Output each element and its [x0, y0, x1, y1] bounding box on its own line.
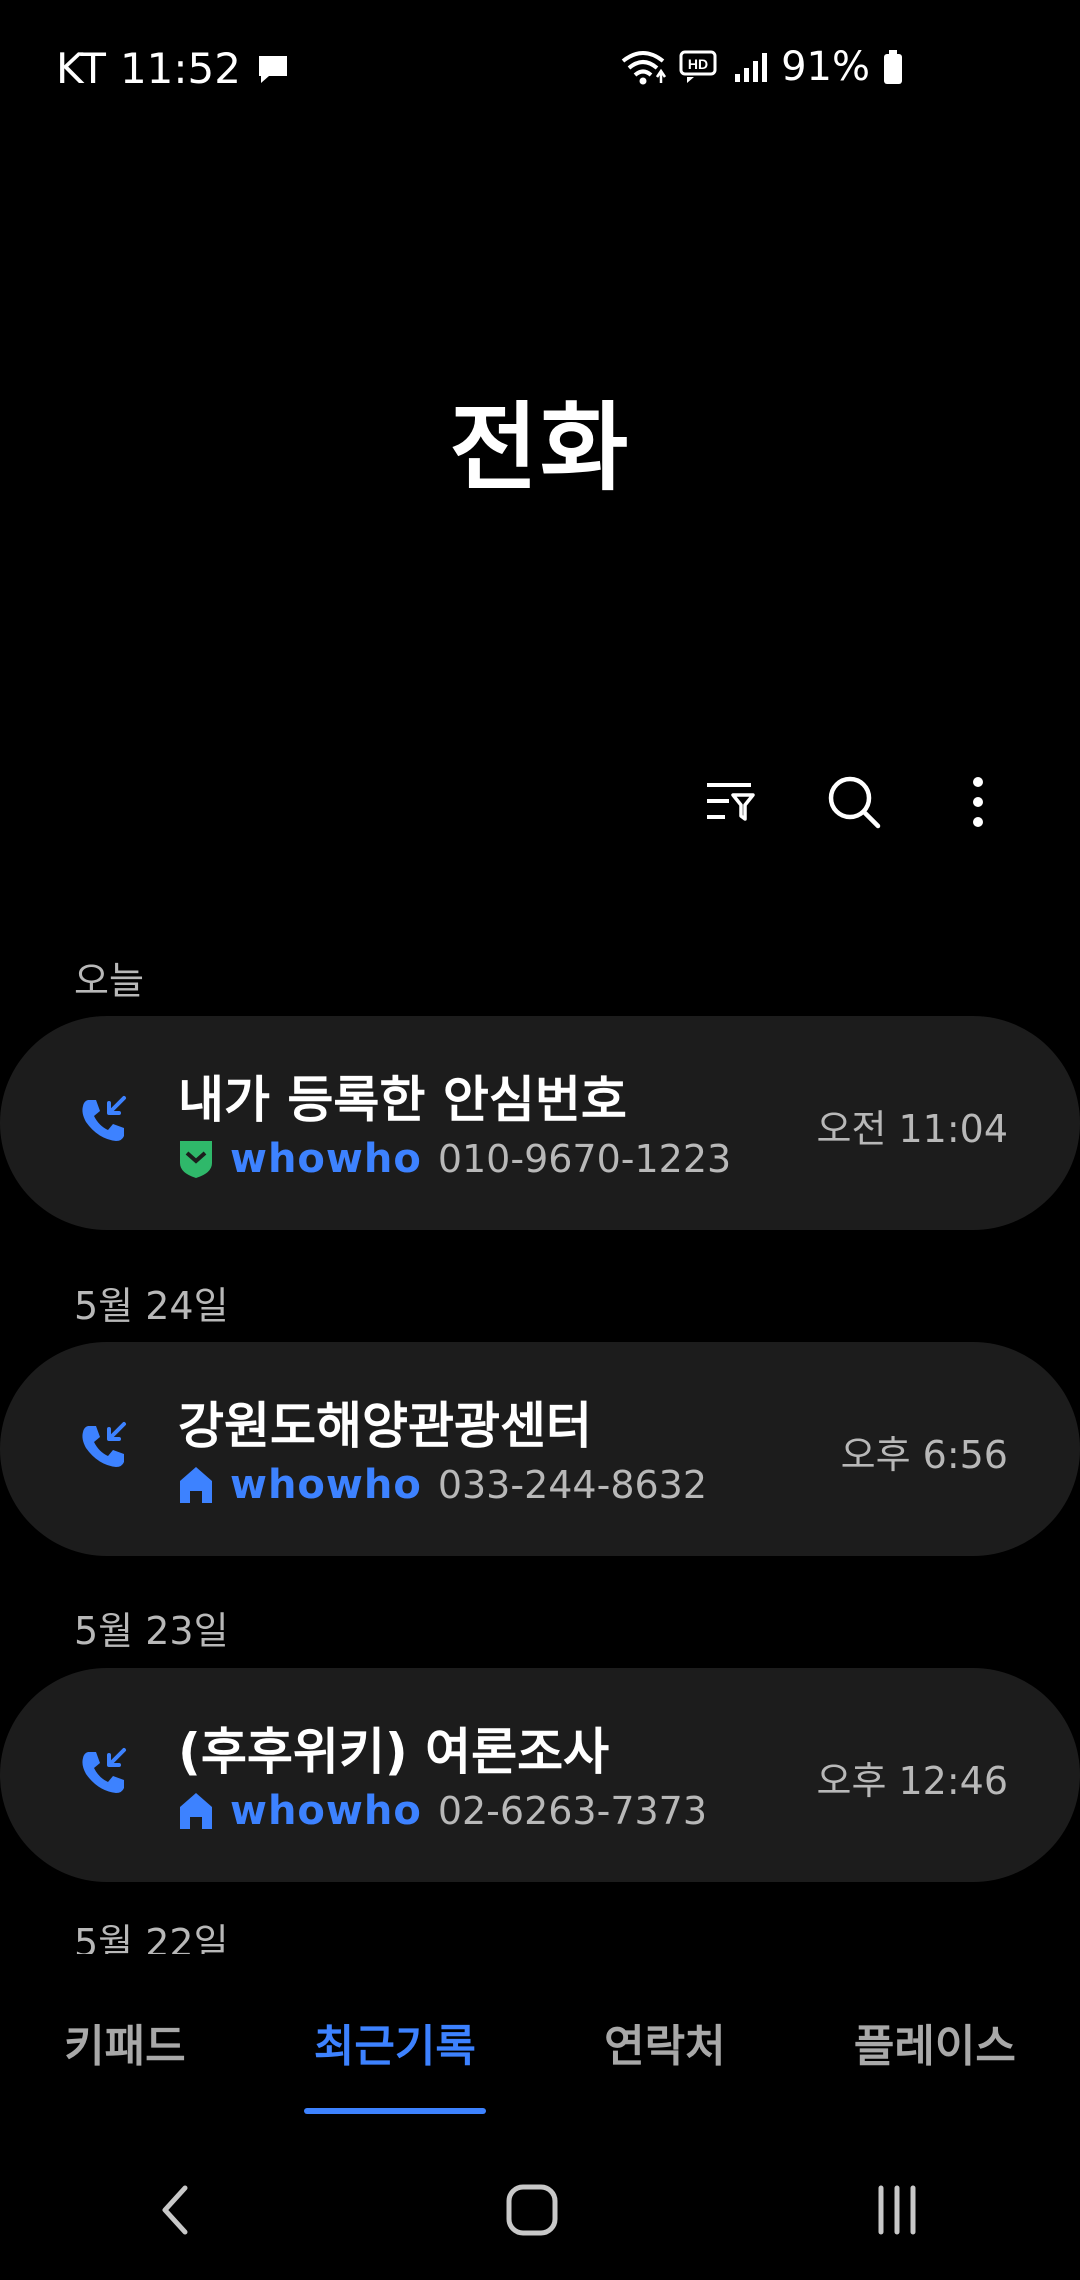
active-tab-indicator: [303, 2108, 486, 2114]
caller-name: 내가 등록한 안심번호: [178, 1071, 627, 1129]
tab-label: 연락처: [604, 2021, 726, 2072]
caller-info: whowho 010-9670-1223: [178, 1136, 731, 1182]
call-time: 오후 6:56: [840, 1433, 1008, 1477]
wifi-icon: [619, 47, 667, 87]
battery-percent: 91%: [781, 44, 870, 90]
search-icon[interactable]: [822, 770, 886, 834]
clock: 11:52: [119, 44, 241, 93]
status-left: KT 11:52: [56, 44, 291, 93]
tab-label: 플레이스: [853, 2021, 1016, 2072]
tab-label: 키패드: [64, 2021, 186, 2072]
whowho-brand: whowho: [230, 1136, 422, 1182]
back-icon[interactable]: [155, 2182, 195, 2238]
building-icon: [178, 1791, 214, 1831]
caller-info: whowho 033-244-8632: [178, 1462, 707, 1508]
recent-apps-icon[interactable]: [869, 2182, 925, 2238]
tab-contacts[interactable]: 연락처: [594, 2010, 735, 2100]
whowho-brand: whowho: [230, 1788, 422, 1834]
status-right: HD 91%: [619, 44, 904, 90]
tab-places[interactable]: 플레이스: [844, 2010, 1026, 2100]
incoming-call-icon: [78, 1420, 130, 1472]
tab-keypad[interactable]: 키패드: [54, 2010, 195, 2100]
carrier-label: KT: [56, 44, 106, 93]
section-label-date: 5월 22일: [74, 1921, 229, 1954]
svg-text:HD: HD: [688, 56, 708, 72]
building-icon: [178, 1465, 214, 1505]
more-options-icon[interactable]: [946, 770, 1010, 834]
navigation-bar: [0, 2170, 1080, 2250]
call-time: 오전 11:04: [816, 1107, 1008, 1151]
caller-name: (후후위키) 여론조사: [178, 1723, 610, 1781]
toolbar: [698, 770, 1010, 834]
hd-voice-icon: HD: [679, 49, 721, 85]
phone-number: 033-244-8632: [437, 1463, 708, 1507]
call-log-item[interactable]: 강원도해양관광센터 whowho 033-244-8632 오후 6:56: [0, 1342, 1080, 1556]
phone-number: 02-6263-7373: [437, 1789, 708, 1833]
call-log-item[interactable]: (후후위키) 여론조사 whowho 02-6263-7373 오후 12:46: [0, 1668, 1080, 1882]
page-title: 전화: [449, 392, 631, 504]
battery-icon: [882, 49, 904, 85]
signal-icon: [733, 50, 769, 84]
incoming-call-icon: [78, 1094, 130, 1146]
phone-number: 010-9670-1223: [437, 1137, 732, 1181]
status-bar: KT 11:52 HD 91%: [0, 0, 1080, 140]
incoming-call-icon: [78, 1746, 130, 1798]
partial-section: 5월 22일: [0, 1920, 1080, 1954]
filter-icon[interactable]: [698, 770, 762, 834]
section-label-date: 5월 24일: [74, 1284, 229, 1328]
section-label-today: 오늘: [74, 959, 144, 1003]
home-icon[interactable]: [504, 2182, 560, 2238]
caller-name: 강원도해양관광센터: [178, 1397, 592, 1455]
call-log-item[interactable]: 내가 등록한 안심번호 whowho 010-9670-1223 오전 11:0…: [0, 1016, 1080, 1230]
caller-info: whowho 02-6263-7373: [178, 1788, 707, 1834]
whowho-brand: whowho: [230, 1462, 422, 1508]
shield-icon: [178, 1139, 214, 1179]
tab-label: 최근기록: [313, 2021, 476, 2072]
message-icon: [255, 52, 291, 86]
bottom-tab-bar: 키패드 최근기록 연락처 플레이스: [0, 2010, 1080, 2114]
call-time: 오후 12:46: [816, 1759, 1008, 1803]
tab-recents[interactable]: 최근기록: [303, 2010, 486, 2114]
section-label-date: 5월 23일: [74, 1609, 229, 1653]
